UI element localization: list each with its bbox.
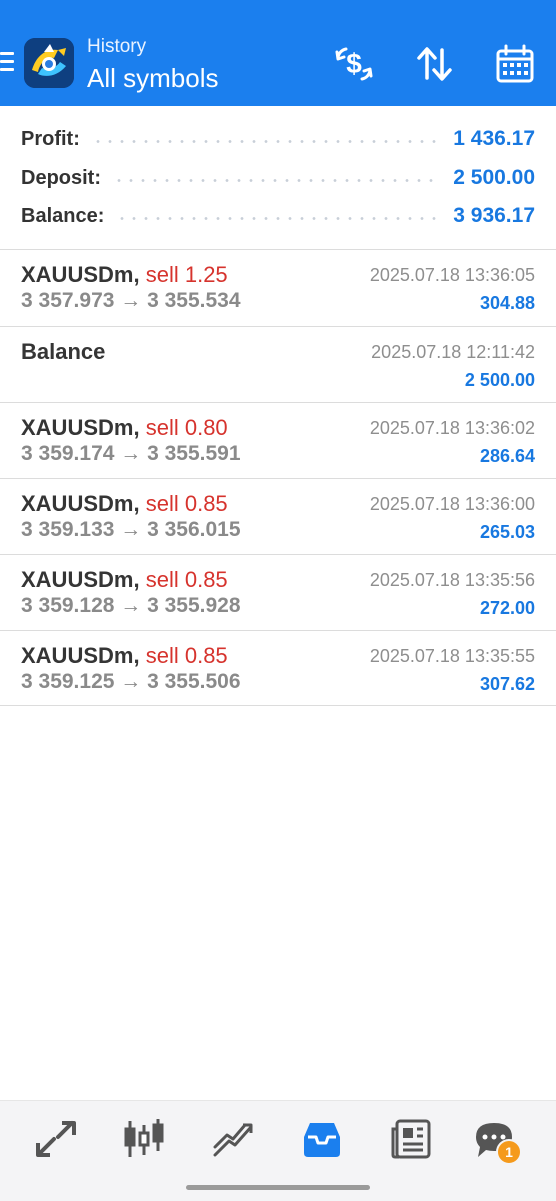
row-title: Balance [21,339,105,365]
row-time: 2025.07.18 13:35:55 [369,646,535,666]
divider [0,705,556,706]
home-indicator[interactable] [186,1185,370,1190]
row-symbol: XAUUSDm [21,491,134,516]
dotted-leader [116,216,442,220]
dotted-leader [91,139,442,143]
row-comma: , [133,262,140,287]
deposit-value: 2 500.00 [453,166,535,189]
row-title: XAUUSDm, sell 0.85 [21,491,228,517]
dotted-leader [113,178,442,182]
row-prices: 3 357.973 → 3 355.534 [21,289,241,312]
row-time: 2025.07.18 13:36:05 [369,265,535,285]
row-side: sell 0.80 [145,415,228,440]
history-row[interactable]: XAUUSDm, sell 0.85 3 359.125 → 3 355.506… [0,631,556,707]
row-title: XAUUSDm, sell 0.85 [21,643,228,669]
row-profit: 307.62 [479,674,535,694]
row-symbol: XAUUSDm [21,643,134,668]
history-row-balance[interactable]: Balance 2025.07.18 12:11:42 2 500.00 [0,327,556,403]
profit-label: Profit: [21,127,80,150]
menu-icon[interactable] [0,50,16,76]
summary-deposit: Deposit: 2 500.00 [21,163,535,193]
row-profit: 286.64 [479,446,535,466]
row-time: 2025.07.18 13:35:56 [369,570,535,590]
summary-balance: Balance: 3 936.17 [21,201,535,231]
row-symbol: XAUUSDm [21,567,134,592]
history-icon[interactable] [300,1117,344,1161]
row-title: XAUUSDm, sell 1.25 [21,262,228,288]
history-row[interactable]: XAUUSDm, sell 0.80 3 359.174 → 3 355.591… [0,403,556,479]
header-subtitle: History [87,36,147,57]
row-comma: , [133,567,140,592]
row-profit: 2 500.00 [464,370,535,390]
row-time: 2025.07.18 13:36:00 [369,494,535,514]
row-title: XAUUSDm, sell 0.85 [21,567,228,593]
dollar-sync-icon[interactable]: $ [334,44,374,84]
top-app-bar: History All symbols $ [0,0,556,106]
row-prices: 3 359.174 → 3 355.591 [21,442,241,465]
row-profit: 265.03 [479,522,535,542]
row-symbol: Balance [21,339,106,364]
history-row[interactable]: XAUUSDm, sell 0.85 3 359.133 → 3 356.015… [0,479,556,555]
chart-icon[interactable] [122,1117,166,1161]
balance-value: 3 936.17 [453,204,535,227]
row-symbol: XAUUSDm [21,262,134,287]
summary-profit: Profit: 1 436.17 [21,124,535,154]
row-title: XAUUSDm, sell 0.80 [21,415,228,441]
svg-text:$: $ [346,48,362,79]
row-side: sell 0.85 [145,567,228,592]
row-prices: 3 359.125 → 3 355.506 [21,670,241,693]
trade-icon[interactable] [211,1117,255,1161]
bottom-navigation: 1 [0,1100,556,1201]
row-prices: 3 359.128 → 3 355.928 [21,594,241,617]
row-side: sell 0.85 [145,491,228,516]
balance-label: Balance: [21,204,105,227]
deposit-label: Deposit: [21,166,101,189]
row-comma: , [133,643,140,668]
calendar-icon[interactable] [495,44,535,84]
row-comma: , [133,491,140,516]
history-row[interactable]: XAUUSDm, sell 1.25 3 357.973 → 3 355.534… [0,250,556,326]
row-profit: 304.88 [479,293,535,313]
chat-icon[interactable]: 1 [472,1117,522,1165]
row-prices: 3 359.133 → 3 356.015 [21,518,241,541]
news-icon[interactable] [389,1117,433,1161]
quotes-icon[interactable] [34,1117,78,1161]
header-title[interactable]: All symbols [87,63,218,94]
app-logo [24,38,74,88]
chat-badge: 1 [496,1139,522,1165]
row-profit: 272.00 [479,598,535,618]
sort-icon[interactable] [415,44,455,84]
row-time: 2025.07.18 13:36:02 [369,418,535,438]
row-side: sell 1.25 [145,262,228,287]
row-time: 2025.07.18 12:11:42 [371,342,535,362]
row-comma: , [133,415,140,440]
row-side: sell 0.85 [145,643,228,668]
history-row[interactable]: XAUUSDm, sell 0.85 3 359.128 → 3 355.928… [0,555,556,631]
row-symbol: XAUUSDm [21,415,134,440]
profit-value: 1 436.17 [453,127,535,150]
